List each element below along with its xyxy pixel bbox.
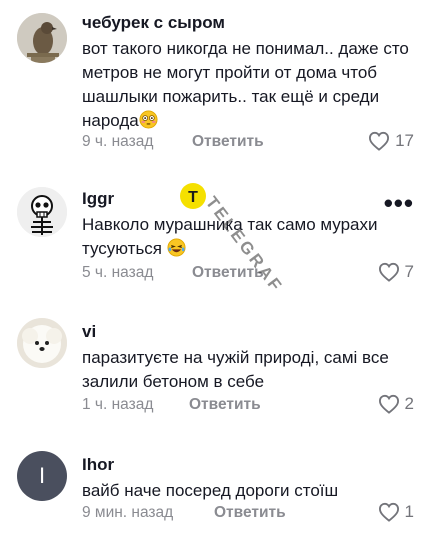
like-count: 1 — [404, 502, 414, 521]
user-avatar[interactable]: I — [17, 451, 67, 501]
comment-time: 9 мин. назад — [82, 504, 174, 521]
comment-username[interactable]: Ihor — [82, 455, 414, 475]
comment-meta: 9 мин. назад Ответить 1 — [82, 502, 414, 526]
avatar-letter: I — [38, 463, 46, 488]
comment-item: I Ihor вайб наче посеред дороги стоїш 9 … — [0, 0, 428, 542]
reply-button[interactable]: Ответить — [214, 504, 286, 522]
like-button[interactable]: 1 — [378, 502, 414, 522]
heart-icon — [378, 502, 399, 522]
comment-text: вайб наче посеред дороги стоїш — [82, 481, 339, 500]
